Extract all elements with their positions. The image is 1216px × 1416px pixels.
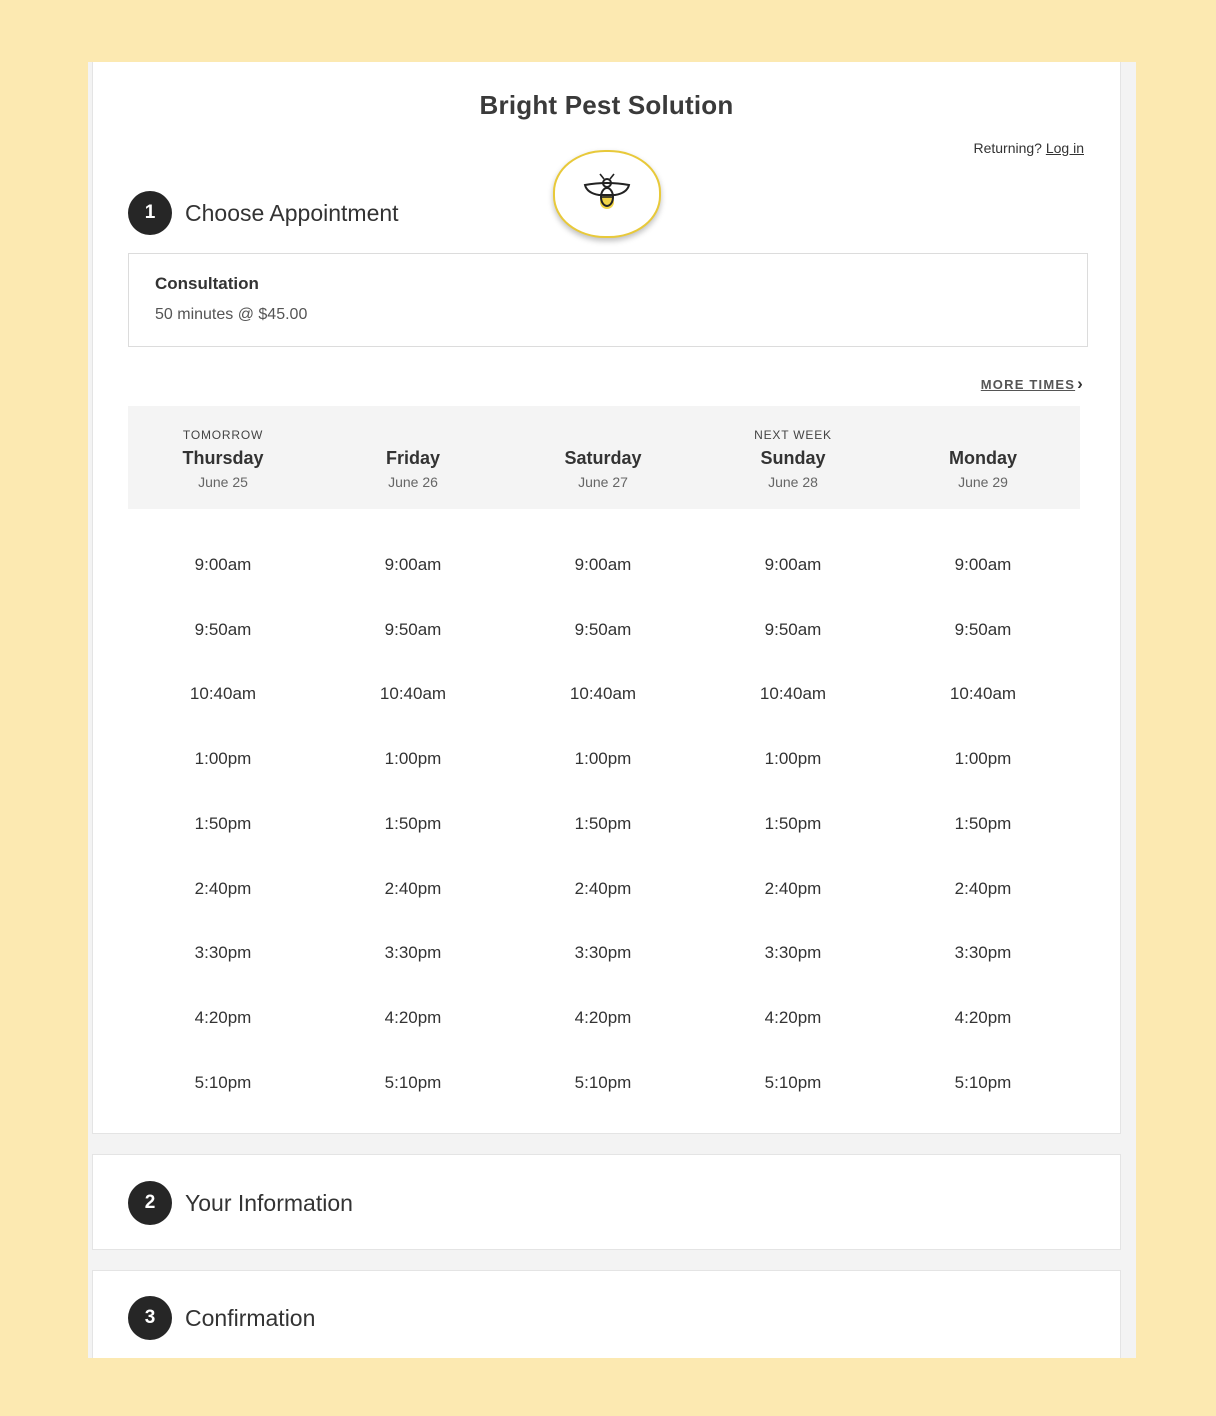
day-header: TOMORROW Thursday June 25 bbox=[128, 406, 318, 509]
day-header-band: TOMORROW Thursday June 25 Friday June 26… bbox=[128, 406, 1080, 509]
time-slot[interactable]: 4:20pm bbox=[888, 1008, 1078, 1028]
time-slot[interactable]: 10:40am bbox=[128, 684, 318, 704]
time-slot[interactable]: 2:40pm bbox=[888, 879, 1078, 899]
chevron-right-icon: › bbox=[1077, 374, 1084, 393]
time-slot[interactable]: 10:40am bbox=[698, 684, 888, 704]
time-slot[interactable]: 9:00am bbox=[698, 555, 888, 575]
time-slot[interactable]: 1:00pm bbox=[128, 749, 318, 769]
time-slot[interactable]: 4:20pm bbox=[508, 1008, 698, 1028]
time-slot[interactable]: 9:00am bbox=[888, 555, 1078, 575]
day-date: June 29 bbox=[958, 474, 1008, 490]
day-sup: TOMORROW bbox=[182, 428, 264, 442]
time-slot[interactable]: 5:10pm bbox=[888, 1073, 1078, 1093]
selected-service[interactable]: Consultation 50 minutes @ $45.00 bbox=[128, 253, 1088, 347]
business-logo bbox=[553, 150, 661, 238]
step-3-number: 3 bbox=[128, 1296, 172, 1340]
day-name: Friday bbox=[385, 448, 441, 468]
time-slot-grid: 9:00am 9:50am 10:40am 1:00pm 1:50pm 2:40pm 3:3… bbox=[128, 555, 1080, 1095]
time-slot[interactable]: 9:50am bbox=[508, 620, 698, 640]
day-name: Monday bbox=[948, 448, 1017, 468]
step-2-label: Your Information bbox=[185, 1189, 353, 1216]
time-slot[interactable]: 4:20pm bbox=[698, 1008, 888, 1028]
time-slot[interactable]: 5:10pm bbox=[128, 1073, 318, 1093]
step-3-label: Confirmation bbox=[185, 1304, 316, 1331]
service-name: Consultation bbox=[155, 274, 259, 293]
confirmation-section[interactable]: 3 Confirmation bbox=[92, 1270, 1121, 1358]
time-slot[interactable]: 4:20pm bbox=[318, 1008, 508, 1028]
day-date: June 27 bbox=[578, 474, 628, 490]
time-slot[interactable]: 1:00pm bbox=[698, 749, 888, 769]
day-header: Friday June 26 bbox=[318, 406, 508, 509]
choose-appointment-section: Bright Pest Solution Returning? Log in 1… bbox=[92, 62, 1121, 1134]
time-slot[interactable]: 1:50pm bbox=[698, 814, 888, 834]
time-slot[interactable]: 5:10pm bbox=[318, 1073, 508, 1093]
time-slot[interactable]: 1:50pm bbox=[888, 814, 1078, 834]
day-name: Thursday bbox=[182, 448, 264, 468]
step-3-header: 3 Confirmation bbox=[128, 1296, 315, 1340]
step-1-number: 1 bbox=[128, 191, 172, 235]
time-slot[interactable]: 2:40pm bbox=[318, 879, 508, 899]
step-1-label: Choose Appointment bbox=[185, 199, 399, 226]
time-slot[interactable]: 3:30pm bbox=[698, 943, 888, 963]
time-slot[interactable]: 9:50am bbox=[128, 620, 318, 640]
business-name: Bright Pest Solution bbox=[479, 90, 734, 120]
time-slot[interactable]: 2:40pm bbox=[508, 879, 698, 899]
bee-icon bbox=[583, 173, 631, 209]
step-2-number: 2 bbox=[128, 1181, 172, 1225]
time-slot[interactable]: 9:00am bbox=[508, 555, 698, 575]
returning-login: Returning? Log in bbox=[973, 140, 1084, 156]
time-slot[interactable]: 3:30pm bbox=[508, 943, 698, 963]
time-slot[interactable]: 10:40am bbox=[888, 684, 1078, 704]
time-slot[interactable]: 9:50am bbox=[698, 620, 888, 640]
day-name: Saturday bbox=[564, 448, 642, 468]
your-information-section[interactable]: 2 Your Information bbox=[92, 1154, 1121, 1250]
time-slot[interactable]: 1:00pm bbox=[318, 749, 508, 769]
time-slot[interactable]: 5:10pm bbox=[508, 1073, 698, 1093]
time-slot[interactable]: 1:00pm bbox=[508, 749, 698, 769]
day-name: Sunday bbox=[760, 448, 826, 468]
step-1-header: 1 Choose Appointment bbox=[128, 191, 399, 235]
time-slot[interactable]: 2:40pm bbox=[698, 879, 888, 899]
login-link[interactable]: Log in bbox=[1046, 140, 1084, 156]
time-slot[interactable]: 10:40am bbox=[318, 684, 508, 704]
time-slot[interactable]: 3:30pm bbox=[128, 943, 318, 963]
time-slot[interactable]: 9:50am bbox=[318, 620, 508, 640]
booking-frame: Bright Pest Solution Returning? Log in 1… bbox=[88, 62, 1136, 1358]
step-2-header: 2 Your Information bbox=[128, 1181, 353, 1225]
day-date: June 26 bbox=[388, 474, 438, 490]
time-slot[interactable]: 9:50am bbox=[888, 620, 1078, 640]
day-header: NEXT WEEK Sunday June 28 bbox=[698, 406, 888, 509]
time-slot[interactable]: 2:40pm bbox=[128, 879, 318, 899]
time-slot[interactable]: 4:20pm bbox=[128, 1008, 318, 1028]
time-slot[interactable]: 3:30pm bbox=[888, 943, 1078, 963]
day-date: June 25 bbox=[198, 474, 248, 490]
more-times-link[interactable]: MORE TIMES › bbox=[981, 374, 1084, 394]
time-slot[interactable]: 5:10pm bbox=[698, 1073, 888, 1093]
time-slot[interactable]: 9:00am bbox=[318, 555, 508, 575]
day-header: Saturday June 27 bbox=[508, 406, 698, 509]
time-slot[interactable]: 1:00pm bbox=[888, 749, 1078, 769]
time-slot[interactable]: 1:50pm bbox=[128, 814, 318, 834]
day-header: Monday June 29 bbox=[888, 406, 1078, 509]
time-slot[interactable]: 10:40am bbox=[508, 684, 698, 704]
day-date: June 28 bbox=[768, 474, 818, 490]
time-slot[interactable]: 3:30pm bbox=[318, 943, 508, 963]
time-slot[interactable]: 9:00am bbox=[128, 555, 318, 575]
more-times-label: MORE TIMES bbox=[980, 377, 1076, 392]
time-slot[interactable]: 1:50pm bbox=[508, 814, 698, 834]
day-sup: NEXT WEEK bbox=[754, 428, 832, 442]
returning-label: Returning? bbox=[973, 140, 1046, 156]
time-slot[interactable]: 1:50pm bbox=[318, 814, 508, 834]
service-detail: 50 minutes @ $45.00 bbox=[155, 306, 308, 323]
